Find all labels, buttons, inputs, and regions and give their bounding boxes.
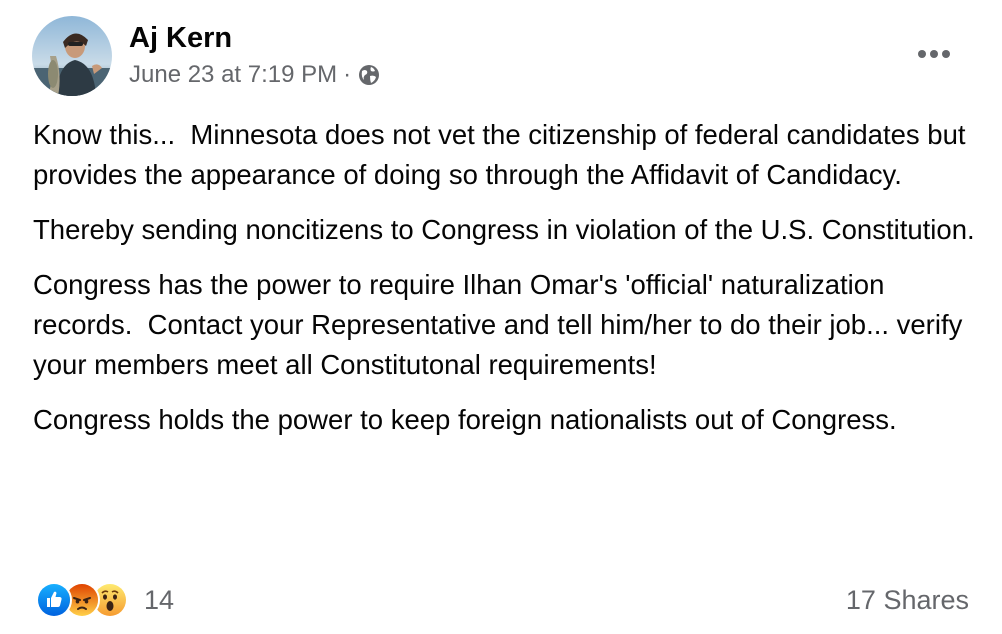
post-timestamp[interactable]: June 23 at 7:19 PM: [129, 60, 337, 90]
reaction-count: 14: [144, 584, 175, 615]
post-paragraph: Know this... Minnesota does not vet the …: [33, 119, 974, 190]
more-options-icon[interactable]: [914, 40, 954, 68]
post-meta: Aj Kern June 23 at 7:19 PM ·: [129, 16, 381, 90]
post-subline: June 23 at 7:19 PM ·: [129, 60, 381, 90]
shares-count[interactable]: 17 Shares: [846, 585, 969, 616]
post-header: Aj Kern June 23 at 7:19 PM ·: [32, 16, 381, 96]
facebook-post: Aj Kern June 23 at 7:19 PM · Know this..…: [0, 0, 1002, 634]
like-reaction-icon: [36, 582, 72, 618]
separator-dot: ·: [343, 61, 352, 88]
post-paragraph: Congress has the power to require Ilhan …: [33, 269, 970, 380]
post-paragraph: Thereby sending noncitizens to Congress …: [33, 214, 975, 245]
author-name[interactable]: Aj Kern: [129, 20, 381, 56]
post-body: Know this... Minnesota does not vet the …: [33, 115, 983, 455]
post-paragraph: Congress holds the power to keep foreign…: [33, 404, 897, 435]
globe-icon[interactable]: [357, 63, 381, 87]
post-footer: 14 17 Shares: [36, 580, 969, 620]
author-avatar[interactable]: [32, 16, 112, 96]
reactions-summary[interactable]: 14: [36, 582, 174, 618]
